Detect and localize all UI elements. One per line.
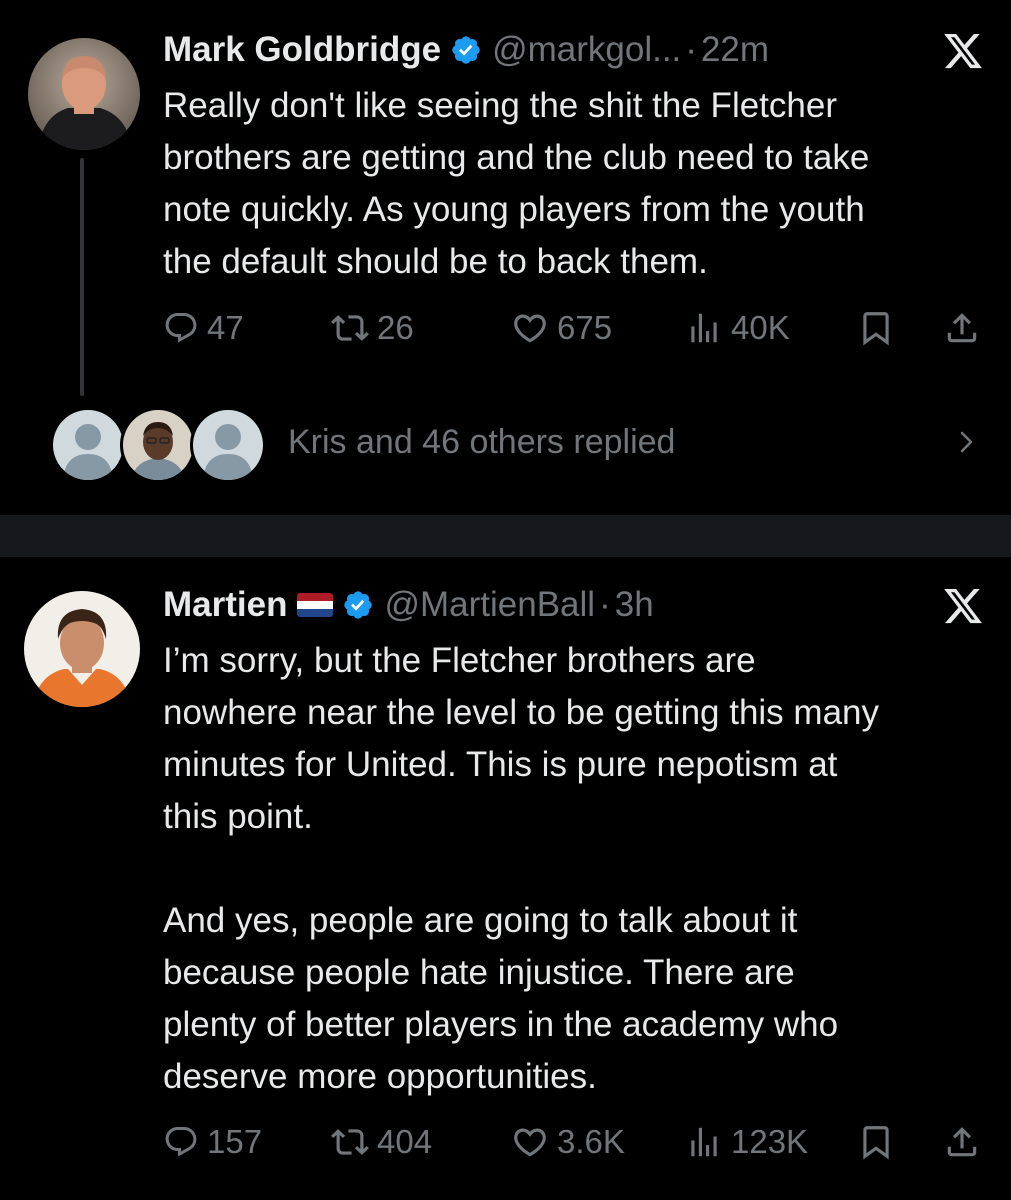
separator-dot: ·	[685, 30, 697, 69]
avatar-photo-footballer	[24, 591, 140, 707]
reply-button[interactable]: 47	[163, 306, 244, 350]
repost-icon	[331, 315, 369, 341]
repost-icon	[331, 1129, 369, 1155]
views-icon	[691, 1127, 717, 1157]
reply-avatar-2	[120, 407, 196, 483]
like-button[interactable]: 3.6K	[511, 1120, 625, 1164]
reply-icon	[165, 313, 197, 343]
like-button[interactable]: 675	[511, 306, 612, 350]
like-count: 3.6K	[557, 1123, 625, 1160]
author-name[interactable]: Mark Goldbridge	[163, 30, 441, 70]
tweet-time[interactable]: 3h	[615, 585, 654, 625]
share-icon	[947, 1127, 977, 1157]
tweet-separator	[0, 515, 1011, 557]
repost-count: 404	[377, 1123, 433, 1160]
author-avatar[interactable]	[24, 591, 140, 707]
tweet-time[interactable]: 22m	[701, 30, 769, 70]
netherlands-flag-icon	[297, 593, 334, 617]
x-logo-icon[interactable]	[942, 30, 984, 72]
reply-count: 157	[207, 1123, 263, 1160]
views-count: 40K	[731, 309, 790, 346]
author-handle[interactable]: @MartienBall	[384, 585, 595, 625]
reply-avatar-3	[190, 407, 266, 483]
reply-avatar-1	[50, 407, 126, 483]
avatar-photo-bald-man	[28, 38, 140, 150]
x-logo-icon[interactable]	[942, 585, 984, 627]
default-avatar-icon	[193, 410, 263, 480]
tweet-header: Mark Goldbridge @markgol... · 22m	[163, 28, 769, 72]
default-avatar-icon	[53, 410, 123, 480]
replies-summary-text: Kris and 46 others replied	[288, 423, 676, 461]
heart-icon	[514, 314, 546, 343]
verified-badge-icon	[452, 36, 480, 64]
tweet-actions: 157 404 3.6K 123K	[163, 1120, 985, 1164]
author-avatar[interactable]	[28, 38, 140, 150]
verified-badge-icon	[344, 591, 373, 619]
bookmark-icon	[863, 312, 889, 346]
like-count: 675	[557, 309, 613, 346]
separator-dot: ·	[599, 585, 611, 624]
avatar-photo-man	[123, 410, 193, 480]
tweet-actions: 47 26 675 40K	[163, 306, 985, 350]
bookmark-icon	[863, 1126, 889, 1160]
repost-button[interactable]: 404	[331, 1120, 432, 1164]
views-button[interactable]: 40K	[685, 306, 790, 350]
author-handle[interactable]: @markgol...	[492, 30, 681, 70]
reply-count: 47	[207, 309, 244, 346]
tweet-header: Martien @MartienBall · 3h	[163, 583, 654, 627]
bookmark-button[interactable]	[857, 306, 895, 350]
replies-summary[interactable]: Kris and 46 others replied	[50, 407, 990, 483]
tweet-martien[interactable]: Martien @MartienBall · 3h I’m sorry, but…	[0, 557, 1011, 1200]
views-icon	[691, 313, 717, 343]
share-icon	[947, 313, 977, 343]
share-button[interactable]	[943, 306, 981, 350]
repost-button[interactable]: 26	[331, 306, 414, 350]
share-button[interactable]	[943, 1120, 981, 1164]
repost-count: 26	[377, 309, 414, 346]
views-button[interactable]: 123K	[685, 1120, 808, 1164]
heart-icon	[514, 1128, 546, 1157]
reply-icon	[165, 1127, 197, 1157]
tweet-mark-goldbridge[interactable]: Mark Goldbridge @markgol... · 22m Really…	[0, 0, 1011, 515]
author-name[interactable]: Martien	[163, 585, 287, 625]
tweet-text: Really don't like seeing the shit the Fl…	[163, 86, 870, 281]
reply-button[interactable]: 157	[163, 1120, 262, 1164]
tweet-text: I’m sorry, but the Fletcher brothers are…	[163, 641, 879, 1096]
bookmark-button[interactable]	[857, 1120, 895, 1164]
chevron-right-icon	[960, 431, 973, 453]
views-count: 123K	[731, 1123, 809, 1160]
thread-line	[80, 158, 84, 396]
